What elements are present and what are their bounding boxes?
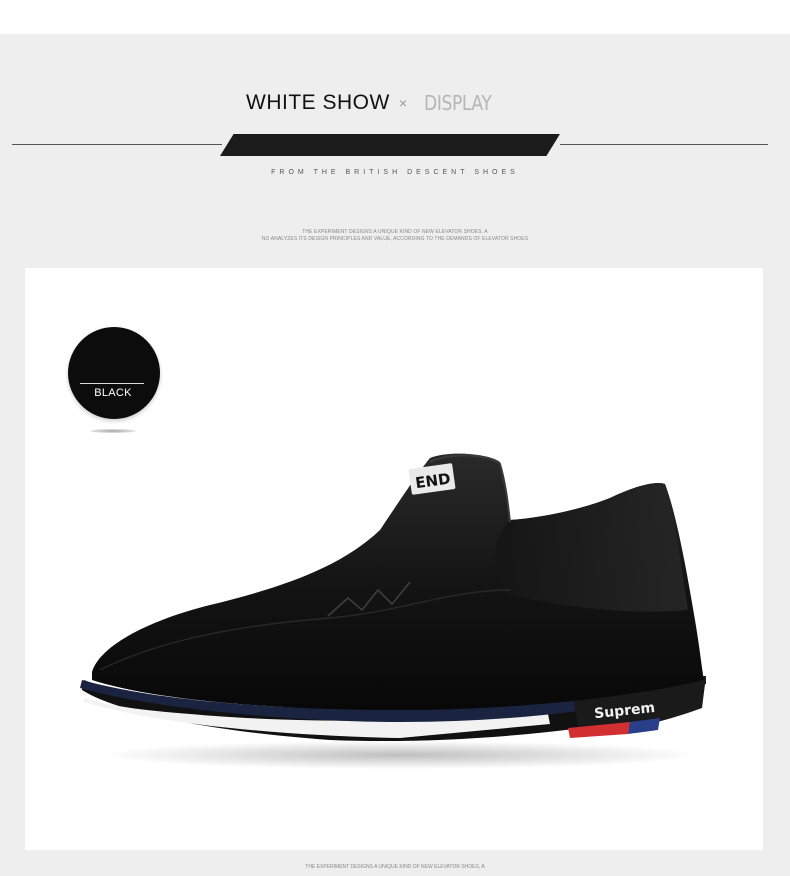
footer-text: THE EXPERIMENT DESIGNS A UNIQUE KIND OF … bbox=[305, 864, 485, 870]
swatch-divider bbox=[80, 383, 144, 384]
description-line-2: NO ANALYZES ITS DESIGN PRINCIPLES AND VA… bbox=[261, 236, 529, 242]
description-line-1: THE EXPERIMENT DESIGNS A UNIQUE KIND OF … bbox=[302, 229, 488, 235]
tagline: FROM THE BRITISH DESCENT SHOES bbox=[271, 169, 519, 176]
swatch-label: BLACK bbox=[94, 387, 132, 399]
shoe-shadow bbox=[100, 741, 700, 769]
title-row: WHITE SHOW × DISPLAY bbox=[0, 91, 790, 121]
swatch-shadow bbox=[90, 429, 136, 433]
color-swatch[interactable]: BLACK bbox=[68, 327, 160, 419]
title-separator: × bbox=[399, 95, 408, 111]
slip-on-shoe-image: END Suprem bbox=[80, 453, 706, 769]
elastic-gore bbox=[495, 482, 688, 612]
divider-right bbox=[560, 144, 768, 145]
page-subtitle: DISPLAY bbox=[424, 91, 492, 115]
page-title: WHITE SHOW bbox=[246, 91, 390, 114]
title-bar bbox=[220, 134, 560, 156]
divider-left bbox=[12, 144, 222, 145]
